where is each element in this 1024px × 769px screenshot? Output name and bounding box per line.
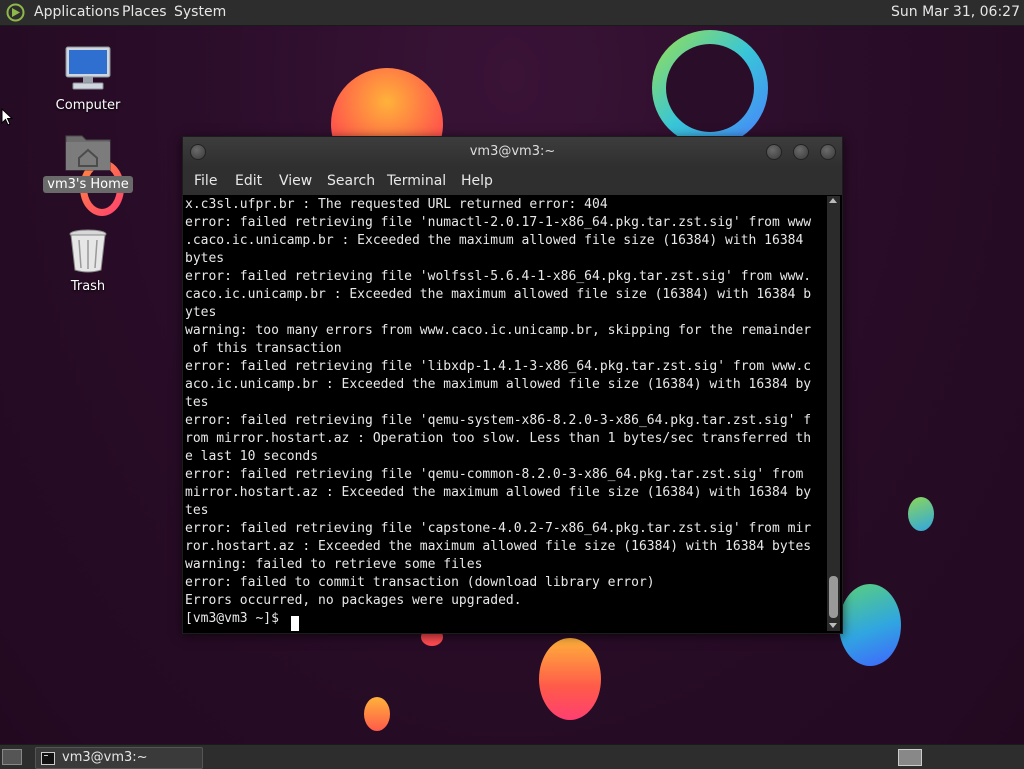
desktop-icon-label: Computer	[55, 98, 121, 113]
window-title: vm3@vm3:~	[469, 144, 556, 159]
terminal-line: error: failed retrieving file 'wolfssl-5…	[185, 269, 812, 284]
wallpaper-small-orange-oval	[364, 697, 390, 731]
menu-help[interactable]: Help	[461, 167, 493, 195]
terminal-line: Errors occurred, no packages were upgrad…	[185, 593, 522, 608]
terminal-line: error: failed retrieving file 'capstone-…	[185, 521, 812, 536]
terminal-menubar: File Edit View Search Terminal Help	[183, 167, 842, 195]
terminal-line: tes	[185, 395, 209, 410]
maximize-button[interactable]	[793, 144, 809, 160]
home-folder-icon	[65, 135, 111, 171]
workspace-switcher[interactable]	[898, 749, 922, 766]
wallpaper-ring	[652, 30, 768, 146]
system-menu[interactable]: System	[174, 0, 226, 25]
terminal-line: error: failed retrieving file 'numactl-2…	[185, 215, 812, 230]
menu-terminal[interactable]: Terminal	[387, 167, 446, 195]
show-desktop-icon[interactable]	[2, 749, 22, 765]
menu-file[interactable]: File	[194, 167, 217, 195]
terminal-line: error: failed retrieving file 'libxdp-1.…	[185, 359, 812, 374]
terminal-line: error: failed to commit transaction (dow…	[185, 575, 655, 590]
computer-icon	[65, 46, 111, 90]
terminal-line: caco.ic.unicamp.br : Exceeded the maximu…	[185, 287, 812, 302]
terminal-line: x.c3sl.ufpr.br : The requested URL retur…	[185, 197, 608, 212]
window-titlebar[interactable]: vm3@vm3:~	[183, 137, 842, 167]
menu-view[interactable]: View	[279, 167, 312, 195]
terminal-output[interactable]: x.c3sl.ufpr.br : The requested URL retur…	[185, 196, 826, 631]
terminal-line: tes	[185, 503, 209, 518]
terminal-line: .caco.ic.unicamp.br : Exceeded the maxim…	[185, 233, 804, 248]
terminal-line: error: failed retrieving file 'qemu-comm…	[185, 467, 804, 482]
desktop-icon-computer[interactable]: Computer	[43, 45, 133, 114]
desktop-icon-label: vm3's Home	[43, 176, 133, 193]
terminal-line: mirror.hostart.az : Exceeded the maximum…	[185, 485, 812, 500]
clock[interactable]: Sun Mar 31, 06:27	[891, 0, 1020, 25]
taskbar-window-label: vm3@vm3:~	[62, 750, 148, 765]
distro-logo-icon[interactable]	[6, 3, 25, 22]
terminal-line: rom mirror.hostart.az : Operation too sl…	[185, 431, 812, 446]
terminal-icon	[41, 752, 55, 765]
wallpaper-blue-circle	[839, 584, 901, 666]
text-cursor	[291, 616, 299, 631]
scrollbar-thumb[interactable]	[829, 576, 838, 618]
taskbar-window-button[interactable]: vm3@vm3:~	[35, 747, 203, 769]
desktop-icon-label: Trash	[70, 279, 106, 294]
trash-icon	[69, 229, 107, 273]
terminal-line: of this transaction	[185, 341, 342, 356]
terminal-window[interactable]: vm3@vm3:~ File Edit View Search Terminal…	[182, 136, 843, 634]
desktop-icon-home[interactable]: vm3's Home	[43, 128, 133, 193]
terminal-line: ror.hostart.az : Exceeded the maximum al…	[185, 539, 812, 554]
terminal-prompt[interactable]: [vm3@vm3 ~]$	[185, 610, 287, 628]
terminal-line: error: failed retrieving file 'qemu-syst…	[185, 413, 812, 428]
wallpaper-small-blue-circle	[908, 497, 934, 531]
top-panel: Applications Places System Sun Mar 31, 0…	[0, 0, 1024, 26]
terminal-line: warning: failed to retrieve some files	[185, 557, 483, 572]
terminal-scrollbar[interactable]	[827, 196, 840, 631]
menu-edit[interactable]: Edit	[235, 167, 262, 195]
terminal-line: aco.ic.unicamp.br : Exceeded the maximum…	[185, 377, 812, 392]
desktop-icon-trash[interactable]: Trash	[43, 228, 133, 295]
places-menu[interactable]: Places	[122, 0, 167, 25]
applications-menu[interactable]: Applications	[34, 0, 120, 25]
minimize-button[interactable]	[766, 144, 782, 160]
wallpaper-orange-oval	[539, 638, 601, 720]
terminal-line: warning: too many errors from www.caco.i…	[185, 323, 812, 338]
scroll-down-arrow-icon[interactable]	[829, 623, 837, 628]
terminal-line: bytes	[185, 251, 225, 266]
terminal-line: ytes	[185, 305, 217, 320]
scroll-up-arrow-icon[interactable]	[829, 198, 837, 203]
terminal-line: e last 10 seconds	[185, 449, 319, 464]
mouse-pointer-icon	[1, 108, 13, 126]
close-button[interactable]	[820, 144, 836, 160]
bottom-panel: vm3@vm3:~	[0, 744, 1024, 769]
menu-search[interactable]: Search	[327, 167, 375, 195]
